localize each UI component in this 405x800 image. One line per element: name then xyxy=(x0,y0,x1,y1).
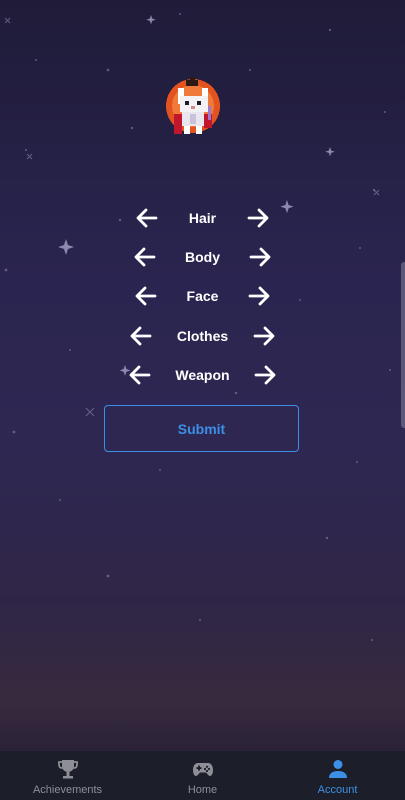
arrow-left-icon[interactable] xyxy=(127,322,155,350)
arrow-right-icon[interactable] xyxy=(246,243,274,271)
nav-label-achievements: Achievements xyxy=(32,784,103,796)
arrow-left-icon[interactable] xyxy=(131,243,159,271)
option-row-weapon: Weapon xyxy=(0,355,405,395)
nav-label-home: Home xyxy=(187,784,218,796)
option-label-face: Face xyxy=(186,288,219,304)
edge-panel-handle[interactable] xyxy=(401,262,405,428)
character-avatar xyxy=(166,77,220,134)
nav-label-account: Account xyxy=(317,784,358,796)
arrow-left-icon[interactable] xyxy=(126,361,154,389)
submit-button[interactable]: Submit xyxy=(104,405,299,452)
bottom-navigation: Achievements Home Account xyxy=(0,751,405,800)
gamepad-icon xyxy=(192,763,213,776)
option-row-face: Face xyxy=(0,276,405,316)
nav-item-achievements[interactable]: Achievements xyxy=(0,751,135,800)
option-row-hair: Hair xyxy=(0,198,405,238)
nav-item-home[interactable]: Home xyxy=(135,751,270,800)
option-label-hair: Hair xyxy=(188,210,217,226)
option-label-weapon: Weapon xyxy=(175,367,230,383)
trophy-icon xyxy=(57,760,78,779)
arrow-right-icon[interactable] xyxy=(250,322,278,350)
arrow-left-icon[interactable] xyxy=(132,282,160,310)
option-row-body: Body xyxy=(0,237,405,277)
nav-item-account[interactable]: Account xyxy=(270,751,405,800)
arrow-right-icon[interactable] xyxy=(244,204,272,232)
app-screen: Hair Body Face Clothes Weapon Submit Ach… xyxy=(0,0,405,800)
arrow-left-icon[interactable] xyxy=(133,204,161,232)
person-icon xyxy=(328,760,347,778)
option-label-clothes: Clothes xyxy=(176,328,229,344)
arrow-right-icon[interactable] xyxy=(245,282,273,310)
option-row-clothes: Clothes xyxy=(0,316,405,356)
arrow-right-icon[interactable] xyxy=(251,361,279,389)
option-label-body: Body xyxy=(185,249,220,265)
